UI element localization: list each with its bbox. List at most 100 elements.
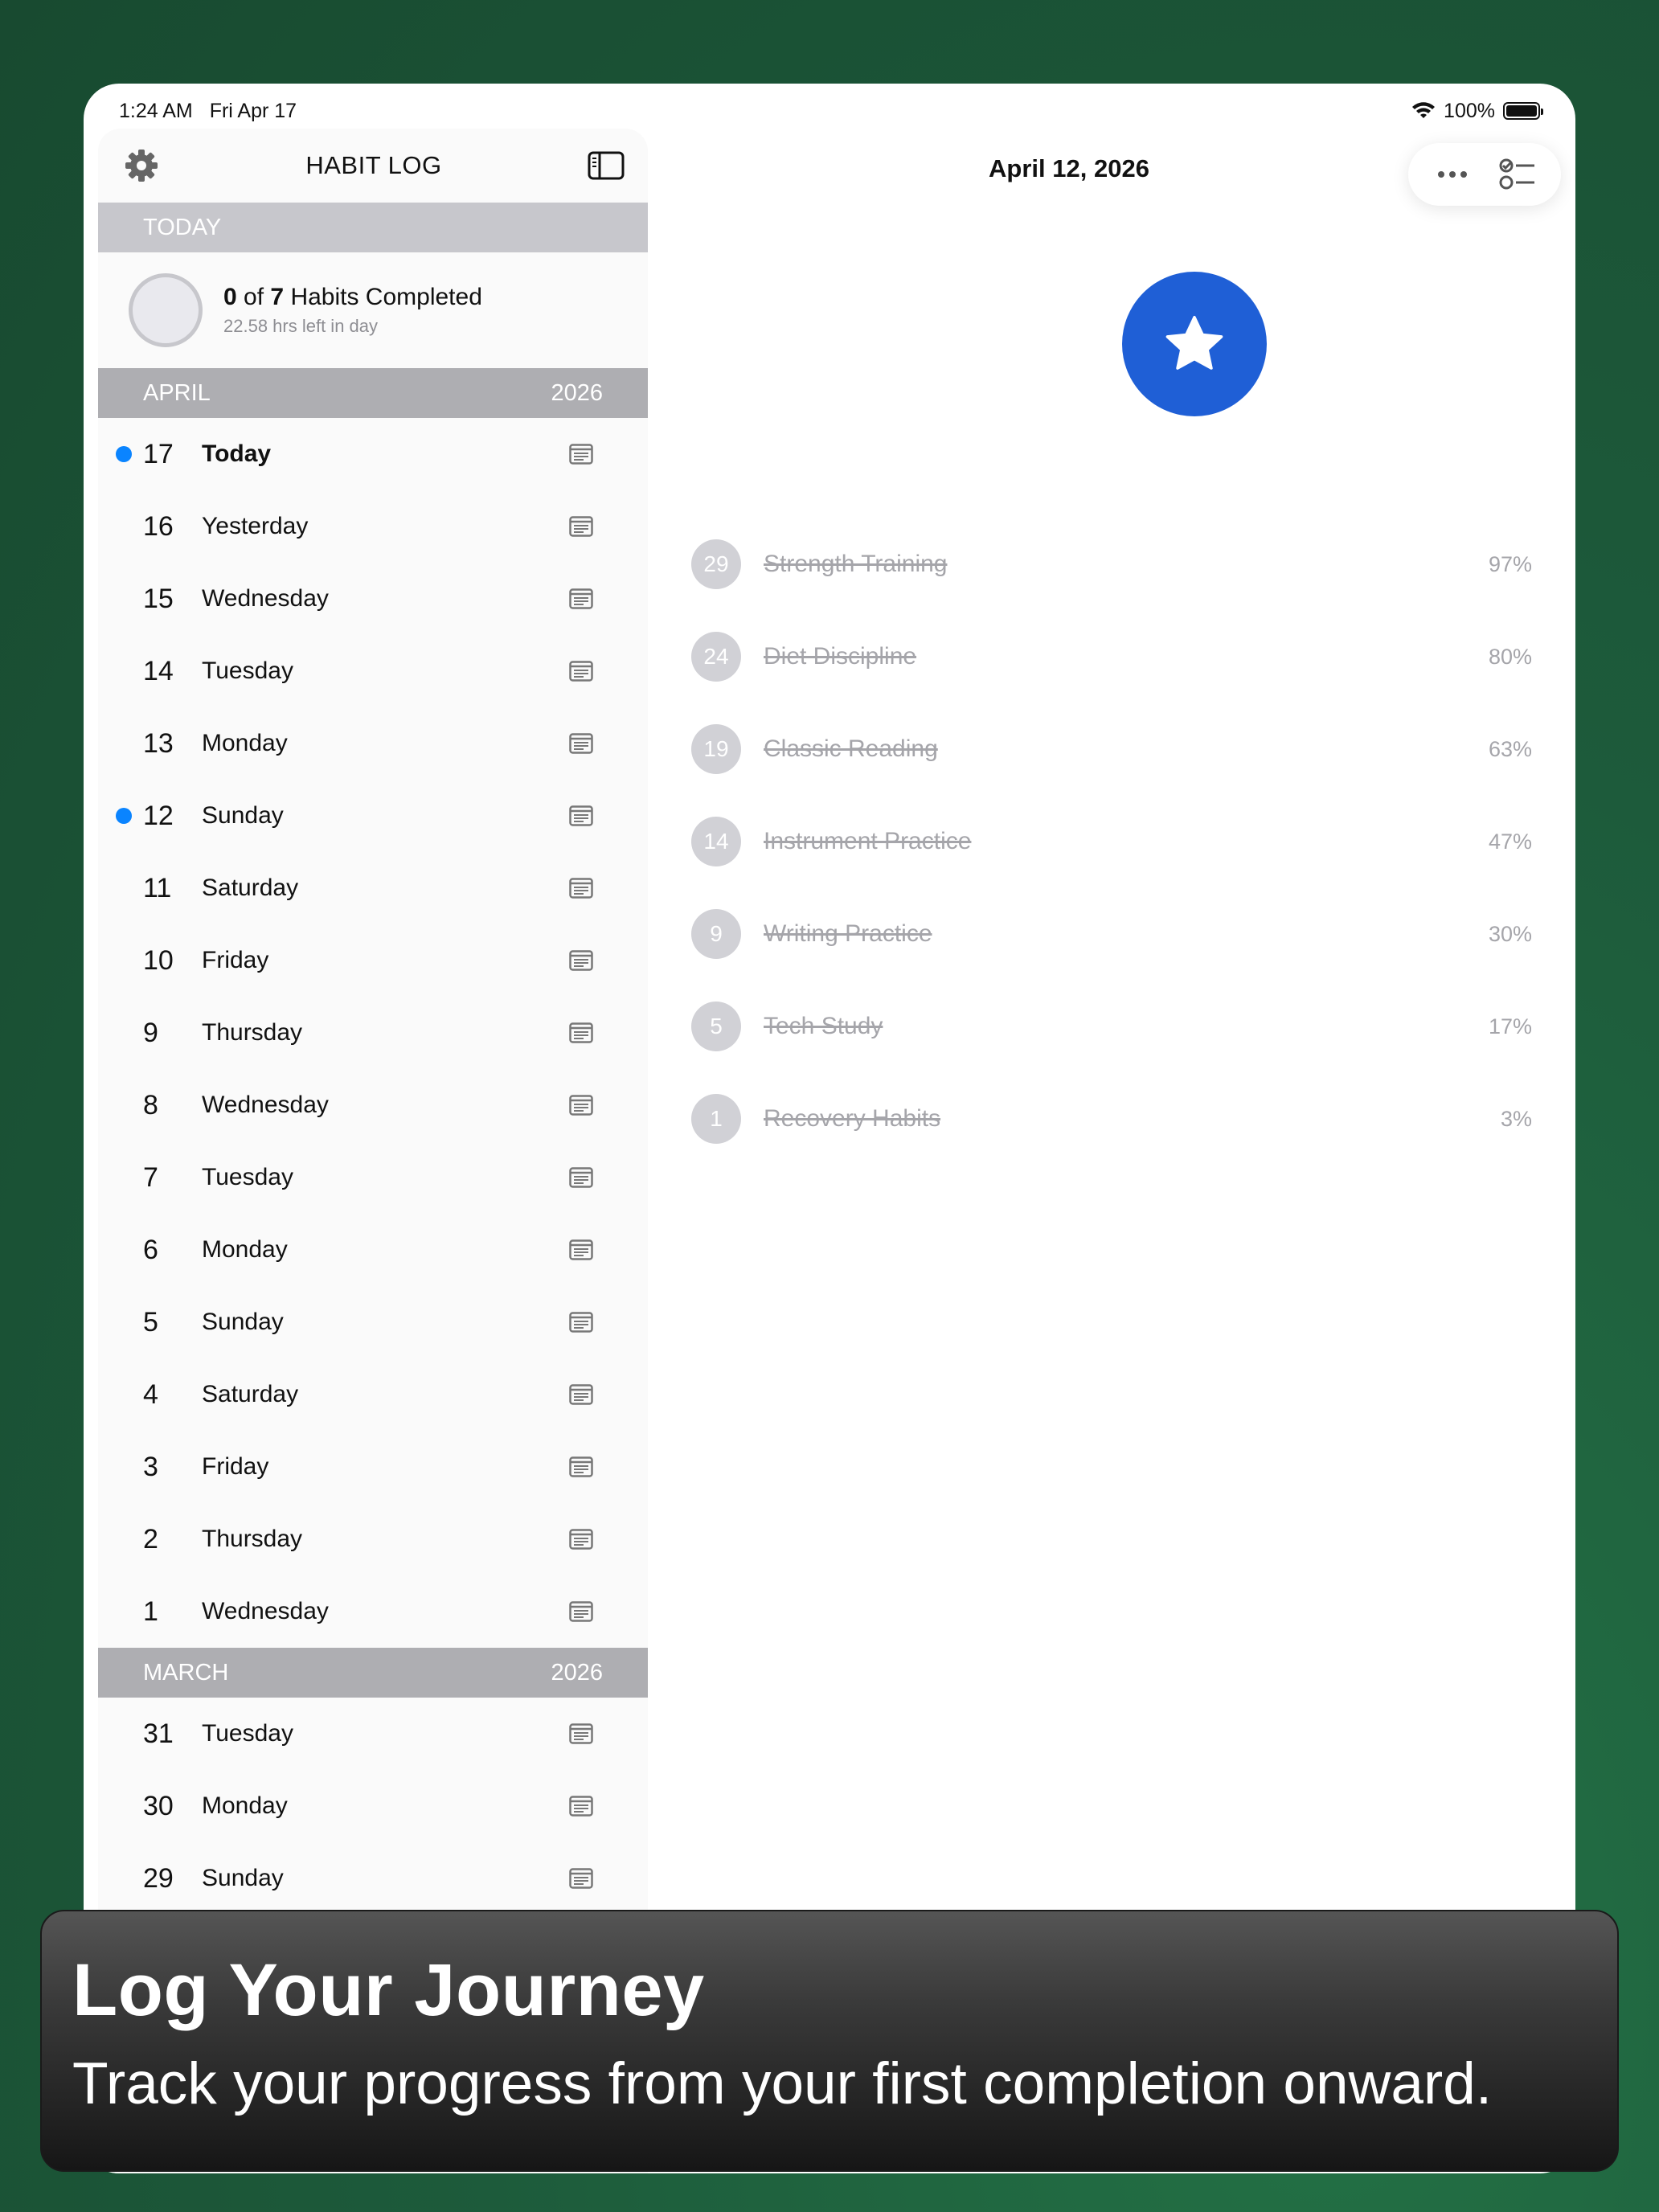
habit-percent: 97% (1488, 551, 1532, 576)
ellipsis-icon (1437, 171, 1467, 178)
day-row[interactable]: 2 Thursday (98, 1503, 648, 1575)
star-icon (1165, 316, 1223, 370)
note-icon (569, 1384, 593, 1405)
day-number: 2 (143, 1523, 158, 1555)
note-icon (569, 1868, 593, 1889)
day-row[interactable]: 31 Tuesday (98, 1698, 648, 1770)
day-name: Tuesday (202, 1720, 293, 1747)
note-icon (569, 1723, 593, 1744)
day-name: Today (202, 440, 272, 467)
day-number: 7 (143, 1161, 158, 1193)
day-row[interactable]: 13 Monday (98, 707, 648, 780)
main-detail: April 12, 2026 29 Strength Training 97% … (659, 129, 1575, 2173)
day-name: Saturday (202, 875, 299, 901)
day-row[interactable]: 6 Monday (98, 1214, 648, 1286)
day-row[interactable]: 1 Wednesday (98, 1575, 648, 1648)
section-april-year: 2026 (551, 379, 603, 406)
marketing-caption: Log Your Journey Track your progress fro… (40, 1910, 1619, 2172)
day-row[interactable]: 16 Yesterday (98, 490, 648, 563)
checklist-button[interactable] (1498, 155, 1537, 194)
toggle-sidebar-button[interactable] (587, 146, 625, 185)
note-icon (569, 878, 593, 899)
habit-name: Recovery Habits (764, 1105, 941, 1132)
day-row[interactable]: 14 Tuesday (98, 635, 648, 707)
day-row[interactable]: 12 Sunday (98, 780, 648, 852)
day-row[interactable]: 10 Friday (98, 924, 648, 997)
habit-row[interactable]: 24 Diet Discipline 80% (691, 625, 1532, 689)
today-progress-text: 0 of 7 Habits Completed (223, 284, 482, 311)
day-row[interactable]: 29 Sunday (98, 1842, 648, 1915)
settings-button[interactable] (122, 146, 161, 185)
habit-name: Tech Study (764, 1013, 883, 1039)
more-button[interactable] (1433, 155, 1472, 194)
note-icon (569, 661, 593, 682)
day-number: 12 (143, 800, 174, 831)
day-row[interactable]: 7 Tuesday (98, 1141, 648, 1214)
day-number: 17 (143, 438, 174, 469)
habit-row[interactable]: 1 Recovery Habits 3% (691, 1087, 1532, 1151)
day-number: 16 (143, 510, 174, 542)
sidebar-icon (588, 151, 625, 180)
day-name: Yesterday (202, 513, 309, 539)
battery-icon (1503, 102, 1543, 120)
today-summary[interactable]: 0 of 7 Habits Completed 22.58 hrs left i… (98, 252, 648, 368)
day-row[interactable]: 4 Saturday (98, 1358, 648, 1431)
habit-row[interactable]: 19 Classic Reading 63% (691, 717, 1532, 781)
day-name: Tuesday (202, 1164, 293, 1190)
day-row[interactable]: 8 Wednesday (98, 1069, 648, 1141)
habit-row[interactable]: 14 Instrument Practice 47% (691, 809, 1532, 874)
wifi-icon (1412, 102, 1436, 118)
progress-ring (129, 273, 203, 347)
day-number: 31 (143, 1718, 174, 1749)
status-date: Fri Apr 17 (209, 99, 297, 122)
day-number: 5 (143, 1306, 158, 1337)
habit-name: Classic Reading (764, 735, 938, 762)
habit-count-badge: 24 (691, 632, 741, 682)
sidebar: HABIT LOG TODAY 0 of 7 Habits Completed … (98, 129, 648, 2173)
day-number: 30 (143, 1790, 174, 1821)
day-row[interactable]: 5 Sunday (98, 1286, 648, 1358)
habit-percent: 3% (1500, 1106, 1532, 1131)
day-name: Sunday (202, 1309, 284, 1335)
habit-count-badge: 29 (691, 539, 741, 589)
habit-name: Diet Discipline (764, 643, 917, 670)
day-row[interactable]: 30 Monday (98, 1770, 648, 1842)
habit-name: Writing Practice (764, 920, 932, 947)
day-row[interactable]: 3 Friday (98, 1431, 648, 1503)
habit-count-badge: 14 (691, 817, 741, 866)
habit-row[interactable]: 5 Tech Study 17% (691, 994, 1532, 1059)
section-april: APRIL 2026 (98, 368, 648, 418)
note-icon (569, 1796, 593, 1817)
battery-percent: 100% (1444, 99, 1495, 122)
today-done: 0 (223, 284, 237, 310)
habit-count-badge: 9 (691, 909, 741, 959)
today-of: of (244, 284, 264, 310)
day-number: 6 (143, 1234, 158, 1265)
section-today-label: TODAY (143, 214, 222, 240)
day-name: Thursday (202, 1526, 303, 1552)
habit-percent: 63% (1488, 736, 1532, 761)
day-row[interactable]: 11 Saturday (98, 852, 648, 924)
sidebar-title: HABIT LOG (305, 151, 442, 179)
habit-row[interactable]: 29 Strength Training 97% (691, 532, 1532, 596)
day-row[interactable]: 17 Today (98, 418, 648, 490)
day-name: Thursday (202, 1019, 303, 1046)
habit-name: Strength Training (764, 551, 948, 577)
day-name: Wednesday (202, 1092, 329, 1118)
habit-row[interactable]: 9 Writing Practice 30% (691, 902, 1532, 966)
day-number: 4 (143, 1378, 158, 1410)
day-number: 11 (143, 872, 172, 903)
note-icon (569, 1239, 593, 1260)
day-row[interactable]: 9 Thursday (98, 997, 648, 1069)
section-today: TODAY (98, 203, 648, 252)
day-number: 8 (143, 1089, 158, 1120)
habit-percent: 30% (1488, 921, 1532, 946)
note-icon (569, 516, 593, 537)
note-icon (569, 950, 593, 971)
march-day-list: 31 Tuesday 30 Monday 29 Sunday (98, 1698, 648, 1915)
day-number: 1 (143, 1596, 158, 1627)
day-row[interactable]: 15 Wednesday (98, 563, 648, 635)
day-number: 10 (143, 944, 174, 976)
activity-dot (116, 446, 132, 462)
day-name: Sunday (202, 1865, 284, 1891)
